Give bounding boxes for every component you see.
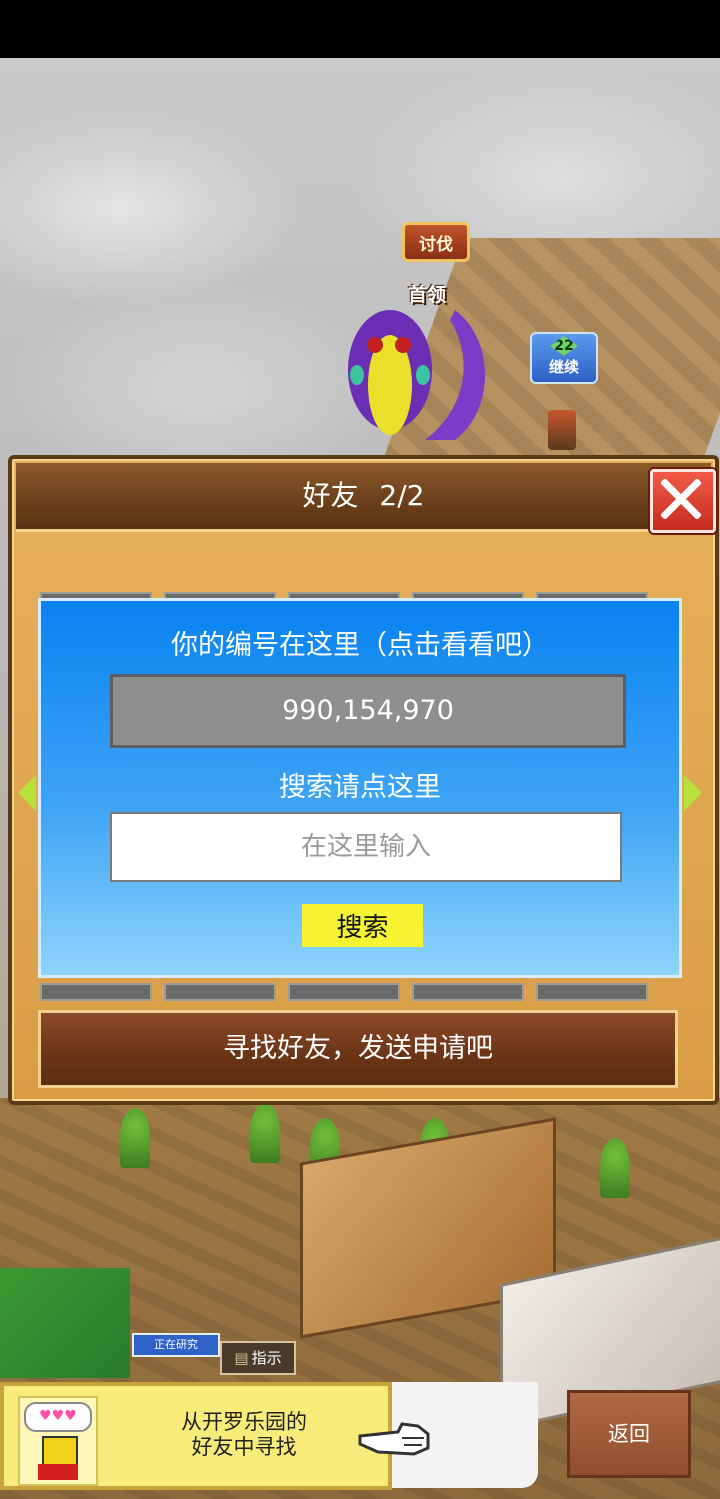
close-x-icon xyxy=(661,479,701,519)
palm-tree xyxy=(120,1108,150,1168)
guide-button[interactable]: ▤ 指示 xyxy=(220,1341,296,1375)
mascot-avatar: ♥♥♥ xyxy=(18,1396,98,1486)
dialog-title-text: 好友 xyxy=(302,479,359,512)
book-icon: ▤ xyxy=(234,1349,249,1367)
grass-patch xyxy=(0,1268,130,1378)
palm-tree xyxy=(600,1138,630,1198)
warrior-sprite xyxy=(548,410,576,450)
guide-label: 指示 xyxy=(251,1349,282,1367)
continue-badge[interactable]: 22 继续 xyxy=(530,332,598,384)
prev-page-arrow-icon[interactable] xyxy=(18,775,36,811)
hearts-icon: ♥♥♥ xyxy=(24,1402,92,1432)
cobra-boss-icon[interactable] xyxy=(345,300,505,450)
hint-line-1: 从开罗乐园的 xyxy=(181,1410,307,1434)
hint-banner[interactable]: ♥♥♥ 从开罗乐园的 好友中寻找 xyxy=(0,1382,392,1490)
close-button[interactable] xyxy=(650,469,716,533)
back-button[interactable]: 返回 xyxy=(567,1390,691,1478)
research-status: 正在研究 xyxy=(132,1333,220,1357)
find-friends-button[interactable]: 寻找好友，发送申请吧 xyxy=(38,1010,678,1088)
player-id-display[interactable]: 990,154,970 xyxy=(110,674,626,748)
page-indicator: 2/2 xyxy=(379,479,425,512)
palm-tree xyxy=(250,1103,280,1163)
pointing-hand-icon xyxy=(358,1422,430,1456)
subjugate-badge[interactable]: 讨伐 xyxy=(402,222,470,262)
search-button[interactable]: 搜索 xyxy=(302,904,423,947)
hint-text: 从开罗乐园的 好友中寻找 xyxy=(104,1410,384,1460)
friend-id-panel: 你的编号在这里（点击看看吧） 990,154,970 搜索请点这里 搜索 xyxy=(38,598,682,978)
continue-label: 继续 xyxy=(548,358,579,376)
friend-id-search-input[interactable] xyxy=(110,812,622,882)
next-page-arrow-icon[interactable] xyxy=(684,775,702,811)
dialog-header: 好友 2/2 xyxy=(16,463,716,533)
search-caption: 搜索请点这里 xyxy=(279,772,441,803)
mascot-body xyxy=(38,1464,78,1480)
hint-line-2: 好友中寻找 xyxy=(191,1435,297,1459)
id-caption: 你的编号在这里（点击看看吧） xyxy=(171,630,549,661)
boss-label: 首领 xyxy=(408,284,447,306)
dialog-title: 好友 2/2 xyxy=(16,463,711,529)
level-badge: 22 xyxy=(550,336,578,356)
status-bar xyxy=(0,0,720,58)
page-tabs-bottom xyxy=(40,983,682,1001)
